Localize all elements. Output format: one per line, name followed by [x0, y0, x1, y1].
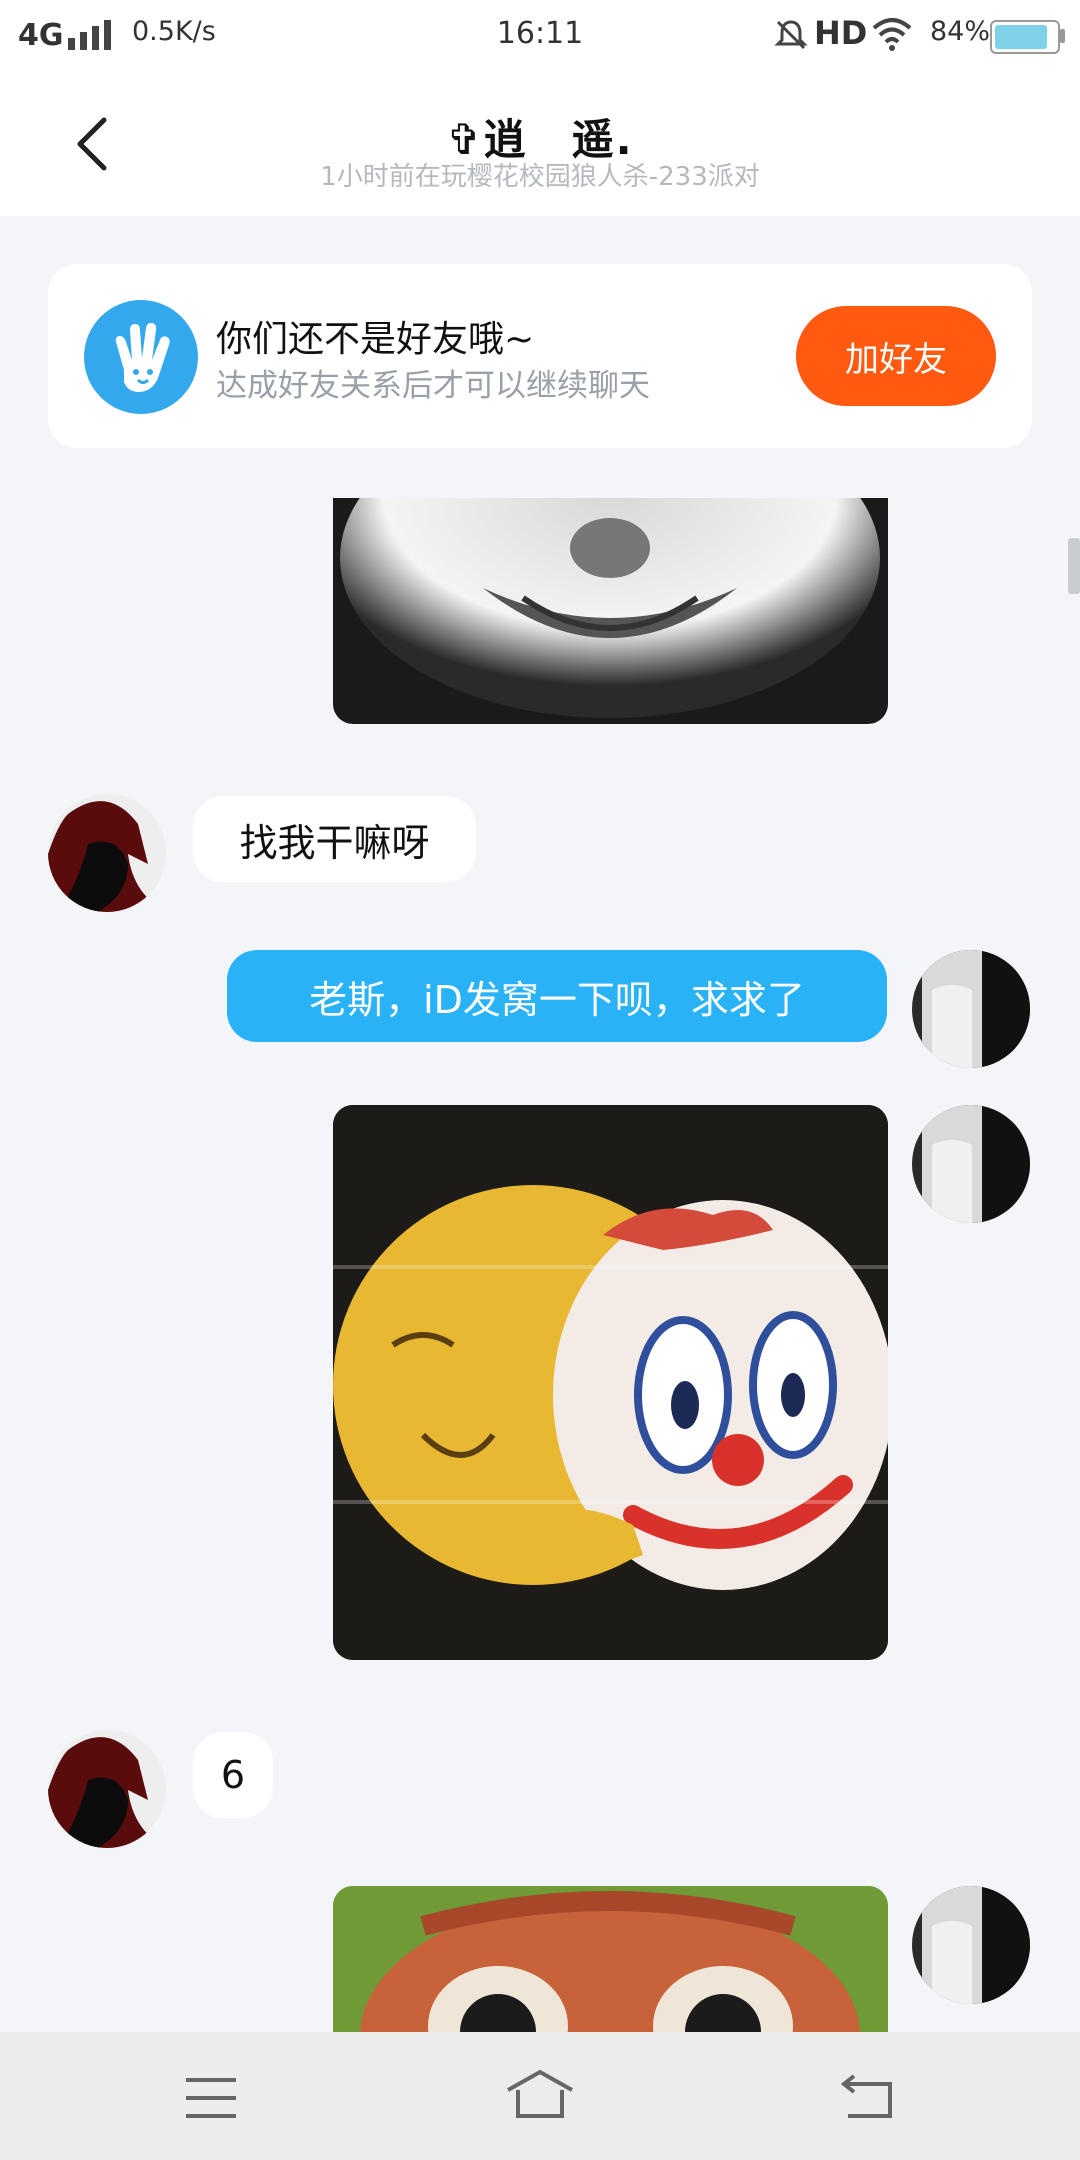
banner-subtitle: 达成好友关系后才可以继续聊天 — [216, 368, 650, 404]
banner-title: 你们还不是好友哦~ — [216, 319, 535, 360]
wifi-icon — [872, 18, 912, 51]
image-message[interactable] — [333, 1105, 888, 1660]
image-message-partial[interactable] — [333, 1886, 888, 2032]
image-message-partial[interactable] — [333, 498, 888, 724]
bell-off-icon — [774, 20, 808, 50]
avatar-self[interactable] — [912, 1105, 1030, 1223]
battery-icon — [990, 20, 1060, 54]
avatar-self[interactable] — [912, 1886, 1030, 2004]
sticker-cartoon-face — [333, 1886, 888, 2032]
battery-percent: 84% — [930, 16, 991, 47]
add-friend-button[interactable]: 加好友 — [796, 306, 996, 406]
avatar-self[interactable] — [912, 950, 1030, 1068]
message-bubble-incoming[interactable]: 找我干嘛呀 — [193, 796, 476, 882]
chat-header: ✞逍 遥. 1小时前在玩樱花校园狼人杀-233派对 — [0, 70, 1080, 216]
return-icon[interactable] — [840, 2072, 896, 2120]
hand-wave-icon — [84, 300, 198, 414]
message-bubble-incoming[interactable]: 6 — [193, 1732, 273, 1818]
clock: 16:11 — [496, 16, 584, 51]
message-text: 找我干嘛呀 — [239, 820, 430, 865]
avatar-contact[interactable] — [48, 794, 166, 912]
hd-indicator: HD — [814, 14, 868, 52]
activity-status: 1小时前在玩樱花校园狼人杀-233派对 — [320, 162, 760, 192]
menu-icon[interactable] — [184, 2076, 238, 2120]
system-nav-bar — [0, 2032, 1080, 2160]
scrollbar-thumb[interactable] — [1068, 538, 1080, 594]
status-bar: 4G 0.5K/s 16:11 HD 84% — [0, 0, 1080, 70]
not-friend-banner: 你们还不是好友哦~ 达成好友关系后才可以继续聊天 加好友 — [48, 264, 1032, 448]
message-bubble-outgoing[interactable]: 老斯，iD发窝一下呗，求求了 — [227, 950, 887, 1042]
message-text: 6 — [220, 1753, 246, 1797]
sticker-panda-face — [340, 498, 880, 718]
home-icon[interactable] — [504, 2068, 576, 2120]
message-text: 老斯，iD发窝一下呗，求求了 — [309, 977, 805, 1022]
avatar-contact[interactable] — [48, 1730, 166, 1848]
sticker-clown-mask — [333, 1105, 888, 1660]
